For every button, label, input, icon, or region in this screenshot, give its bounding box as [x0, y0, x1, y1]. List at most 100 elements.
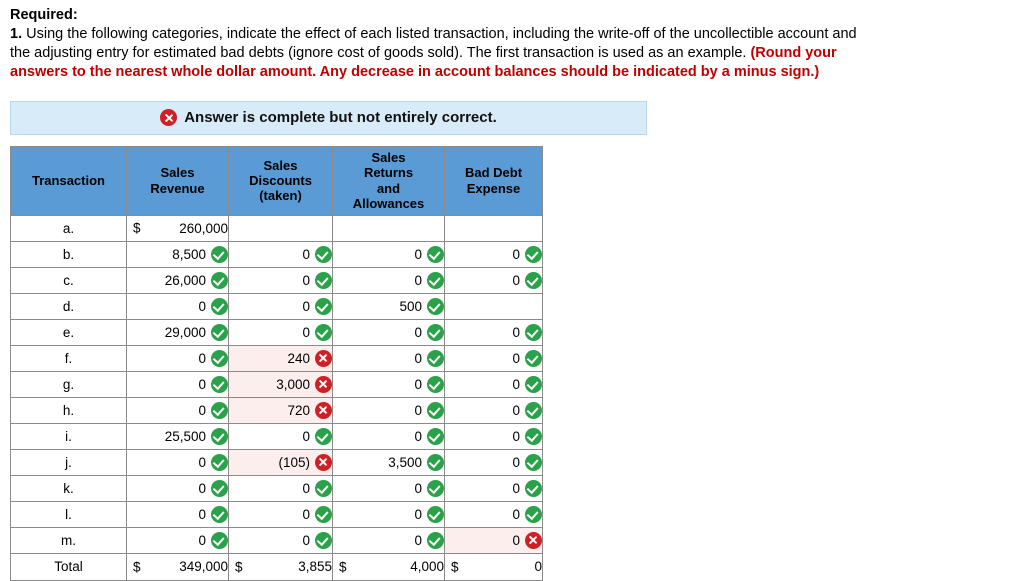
- currency-symbol: $: [133, 559, 141, 574]
- table-row: h. 0 720 0 0: [10, 396, 543, 424]
- cell-sales-returns[interactable]: 0: [332, 370, 445, 398]
- required-label: Required:: [10, 7, 78, 23]
- check-circle-icon: [525, 375, 542, 393]
- check-circle-glyph: [427, 479, 444, 497]
- check-circle-glyph: [211, 297, 228, 315]
- cell-sales-revenue[interactable]: 0: [126, 292, 229, 320]
- total-sales-returns: $ 4,000: [332, 552, 445, 581]
- cell-sales-discounts[interactable]: 0: [228, 500, 333, 528]
- cell-sales-revenue[interactable]: 0: [126, 448, 229, 476]
- cell-sales-revenue[interactable]: 8,500: [126, 240, 229, 268]
- cell-bad-debt-expense[interactable]: 0: [444, 318, 543, 346]
- cell-bad-debt-expense[interactable]: 0: [444, 422, 543, 450]
- cell-sales-returns[interactable]: [332, 214, 445, 242]
- cell-value: 8,500: [172, 246, 206, 262]
- cell-sales-revenue[interactable]: 0: [126, 526, 229, 554]
- answer-status-banner: Answer is complete but not entirely corr…: [10, 100, 647, 135]
- cell-sales-discounts[interactable]: 240: [228, 344, 333, 372]
- transaction-label: l.: [10, 500, 127, 528]
- cell-sales-revenue[interactable]: 26,000: [126, 266, 229, 294]
- cell-value: 0: [198, 506, 206, 522]
- cell-sales-discounts[interactable]: [228, 214, 333, 242]
- currency-symbol: $: [339, 559, 347, 574]
- total-label: Total: [10, 552, 127, 581]
- check-circle-glyph: [315, 531, 332, 549]
- transaction-label: j.: [10, 448, 127, 476]
- cell-sales-returns[interactable]: 0: [332, 396, 445, 424]
- check-circle-glyph: [315, 427, 332, 445]
- check-circle-icon: [525, 505, 542, 523]
- cell-sales-returns[interactable]: 0: [332, 344, 445, 372]
- check-circle-icon: [427, 453, 444, 471]
- total-value: 349,000: [179, 559, 228, 574]
- cell-sales-revenue[interactable]: 29,000: [126, 318, 229, 346]
- cell-value: 260,000: [179, 220, 228, 236]
- cell-sales-returns[interactable]: 0: [332, 422, 445, 450]
- cell-sales-revenue[interactable]: 0: [126, 500, 229, 528]
- cell-sales-discounts[interactable]: 0: [228, 266, 333, 294]
- cell-sales-discounts[interactable]: 0: [228, 474, 333, 502]
- cell-sales-discounts[interactable]: 0: [228, 422, 333, 450]
- check-circle-glyph: [427, 401, 444, 419]
- table-row: i. 25,500 0 0 0: [10, 422, 543, 450]
- check-circle-glyph: [211, 531, 228, 549]
- cell-bad-debt-expense[interactable]: [444, 214, 543, 242]
- cell-bad-debt-expense[interactable]: 0: [444, 370, 543, 398]
- check-circle-glyph: [525, 349, 542, 367]
- cell-bad-debt-expense[interactable]: 0: [444, 526, 543, 554]
- cell-value: (105): [278, 454, 310, 470]
- cell-sales-returns[interactable]: 0: [332, 318, 445, 346]
- cell-bad-debt-expense[interactable]: 0: [444, 266, 543, 294]
- cell-value: 0: [414, 246, 422, 262]
- cell-bad-debt-expense[interactable]: 0: [444, 240, 543, 268]
- cell-sales-revenue[interactable]: $260,000: [126, 214, 229, 242]
- column-header-bad-debt-expense: Bad Debt Expense: [444, 145, 543, 216]
- cell-sales-revenue[interactable]: 0: [126, 370, 229, 398]
- cell-value: 0: [414, 532, 422, 548]
- cell-sales-returns[interactable]: 500: [332, 292, 445, 320]
- cell-value: 0: [512, 272, 520, 288]
- cell-sales-returns[interactable]: 0: [332, 526, 445, 554]
- cell-bad-debt-expense[interactable]: 0: [444, 344, 543, 372]
- cell-value: 26,000: [164, 272, 206, 288]
- cell-value: 0: [512, 480, 520, 496]
- question-number: 1.: [10, 26, 23, 43]
- table-row: g. 0 3,000 0 0: [10, 370, 543, 398]
- cell-sales-returns[interactable]: 0: [332, 500, 445, 528]
- check-circle-icon: [525, 245, 542, 263]
- cell-sales-discounts[interactable]: 720: [228, 396, 333, 424]
- check-circle-icon: [315, 505, 332, 523]
- transaction-label: a.: [10, 214, 127, 242]
- cell-sales-discounts[interactable]: 0: [228, 318, 333, 346]
- cell-sales-returns[interactable]: 3,500: [332, 448, 445, 476]
- transaction-label: m.: [10, 526, 127, 554]
- transaction-label: k.: [10, 474, 127, 502]
- check-circle-glyph: [427, 323, 444, 341]
- cell-sales-returns[interactable]: 0: [332, 266, 445, 294]
- cell-bad-debt-expense[interactable]: 0: [444, 500, 543, 528]
- cell-sales-returns[interactable]: 0: [332, 240, 445, 268]
- cell-sales-revenue[interactable]: 0: [126, 344, 229, 372]
- cell-sales-revenue[interactable]: 25,500: [126, 422, 229, 450]
- cell-sales-revenue[interactable]: 0: [126, 474, 229, 502]
- cell-bad-debt-expense[interactable]: 0: [444, 396, 543, 424]
- cell-sales-revenue[interactable]: 0: [126, 396, 229, 424]
- cell-value: 0: [414, 350, 422, 366]
- cell-value: 0: [512, 350, 520, 366]
- check-circle-icon: [315, 297, 332, 315]
- cell-bad-debt-expense[interactable]: 0: [444, 448, 543, 476]
- cell-sales-discounts[interactable]: 3,000: [228, 370, 333, 398]
- check-circle-glyph: [525, 453, 542, 471]
- cell-sales-discounts[interactable]: 0: [228, 240, 333, 268]
- cell-sales-discounts[interactable]: 0: [228, 292, 333, 320]
- check-circle-icon: [211, 505, 228, 523]
- table-row: a. $260,000: [10, 214, 543, 242]
- check-circle-glyph: [525, 245, 542, 263]
- cell-bad-debt-expense[interactable]: 0: [444, 474, 543, 502]
- cell-sales-returns[interactable]: 0: [332, 474, 445, 502]
- cell-sales-discounts[interactable]: 0: [228, 526, 333, 554]
- table-row: c. 26,000 0 0 0: [10, 266, 543, 294]
- check-circle-icon: [315, 245, 332, 263]
- cell-sales-discounts[interactable]: (105): [228, 448, 333, 476]
- cell-bad-debt-expense[interactable]: [444, 292, 543, 320]
